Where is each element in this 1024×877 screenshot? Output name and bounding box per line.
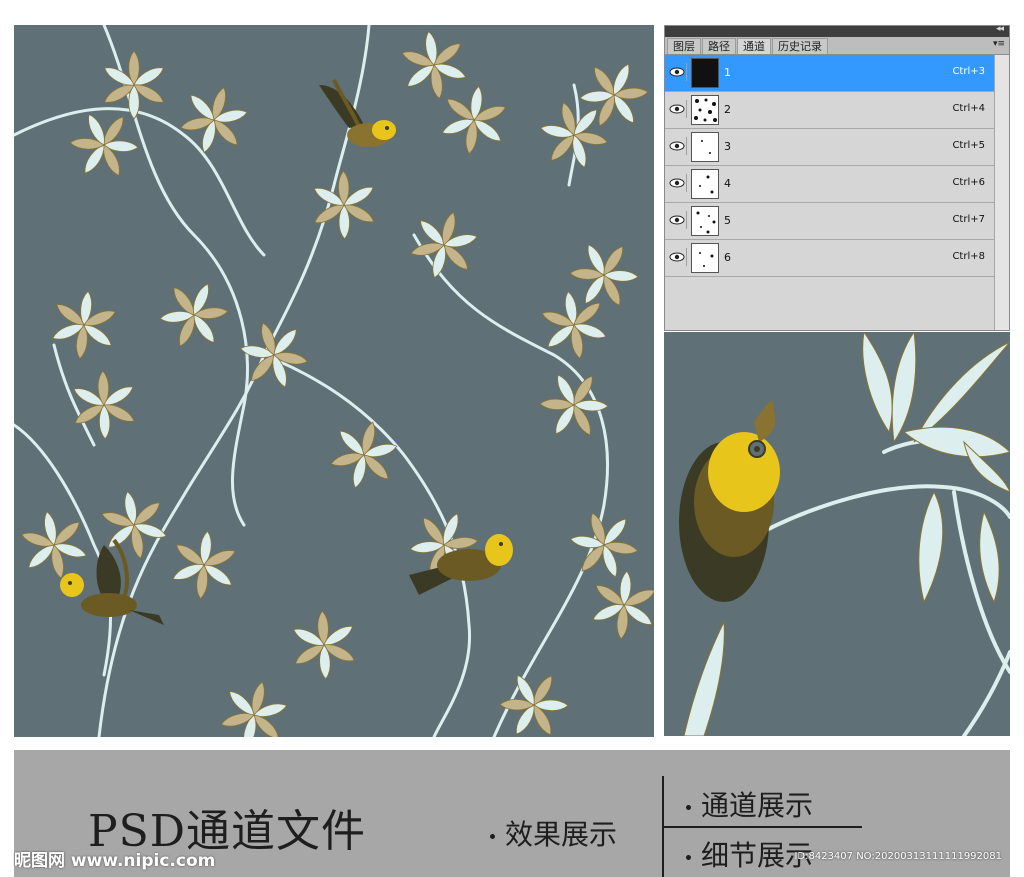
tab-channels[interactable]: 通道	[737, 38, 771, 54]
channel-name: 1	[724, 66, 731, 79]
tab-paths[interactable]: 路径	[702, 38, 736, 54]
eye-icon[interactable]	[668, 100, 687, 118]
channel-name: 3	[724, 140, 731, 153]
channel-row[interactable]: 6 Ctrl+8	[665, 240, 1009, 277]
effect-display-label: 效果展示	[490, 813, 617, 853]
pattern-artwork-main	[14, 25, 654, 737]
pattern-detail-svg	[664, 332, 1010, 736]
channel-row[interactable]: 1 Ctrl+3	[665, 55, 1009, 92]
channel-row[interactable]: 3 Ctrl+5	[665, 129, 1009, 166]
panel-scrollbar[interactable]	[994, 55, 1009, 330]
collapse-icon[interactable]: ◂◂	[996, 26, 1004, 34]
effect-display-text: 效果展示	[505, 818, 618, 851]
channel-thumbnail	[691, 243, 719, 273]
bullet-icon	[686, 804, 691, 810]
panel-titlebar: ◂◂	[665, 26, 1009, 37]
eye-icon[interactable]	[668, 137, 687, 155]
channel-row[interactable]: 4 Ctrl+6	[665, 166, 1009, 203]
channel-name: 5	[724, 214, 731, 227]
channel-name: 6	[724, 251, 731, 264]
pattern-artwork-svg	[14, 25, 654, 737]
tab-history[interactable]: 历史记录	[772, 38, 828, 54]
channel-name: 2	[724, 103, 731, 116]
channel-row[interactable]: 5 Ctrl+7	[665, 203, 1009, 240]
channel-display-text: 通道展示	[701, 789, 814, 822]
channel-thumbnail	[691, 132, 719, 162]
channel-shortcut: Ctrl+5	[952, 140, 985, 151]
channel-thumbnail	[691, 206, 719, 236]
tab-layers[interactable]: 图层	[667, 38, 701, 54]
channel-thumbnail	[691, 58, 719, 88]
channel-shortcut: Ctrl+3	[952, 66, 985, 77]
panel-tabs: 图层 路径 通道 历史记录 ▾≡	[665, 37, 1009, 55]
watermark-site: 昵图网 www.nipic.com	[14, 851, 216, 871]
channel-row[interactable]: 2 Ctrl+4	[665, 92, 1009, 129]
channel-display-label: 通道展示	[686, 784, 813, 824]
bullet-icon	[686, 854, 691, 860]
eye-icon[interactable]	[668, 174, 687, 192]
channel-shortcut: Ctrl+4	[952, 103, 985, 114]
channels-panel: ◂◂ 图层 路径 通道 历史记录 ▾≡ 1 Ctrl+3 2 Ctrl+4 3 …	[664, 25, 1010, 331]
eye-icon[interactable]	[668, 248, 687, 266]
channel-shortcut: Ctrl+6	[952, 177, 985, 188]
channel-shortcut: Ctrl+7	[952, 214, 985, 225]
horizontal-divider	[662, 826, 862, 828]
bullet-icon	[490, 833, 495, 839]
eye-icon[interactable]	[668, 211, 687, 229]
eye-icon[interactable]	[668, 63, 687, 81]
pattern-artwork-detail	[664, 332, 1010, 736]
channel-name: 4	[724, 177, 731, 190]
channel-list: 1 Ctrl+3 2 Ctrl+4 3 Ctrl+5 4 Ctrl+6 5 Ct…	[665, 55, 1009, 277]
channel-shortcut: Ctrl+8	[952, 251, 985, 262]
channel-thumbnail	[691, 95, 719, 125]
watermark-id: ID:8423407 NO:20200313111111992081	[794, 851, 1002, 862]
panel-menu-icon[interactable]: ▾≡	[993, 39, 1005, 49]
channel-thumbnail	[691, 169, 719, 199]
